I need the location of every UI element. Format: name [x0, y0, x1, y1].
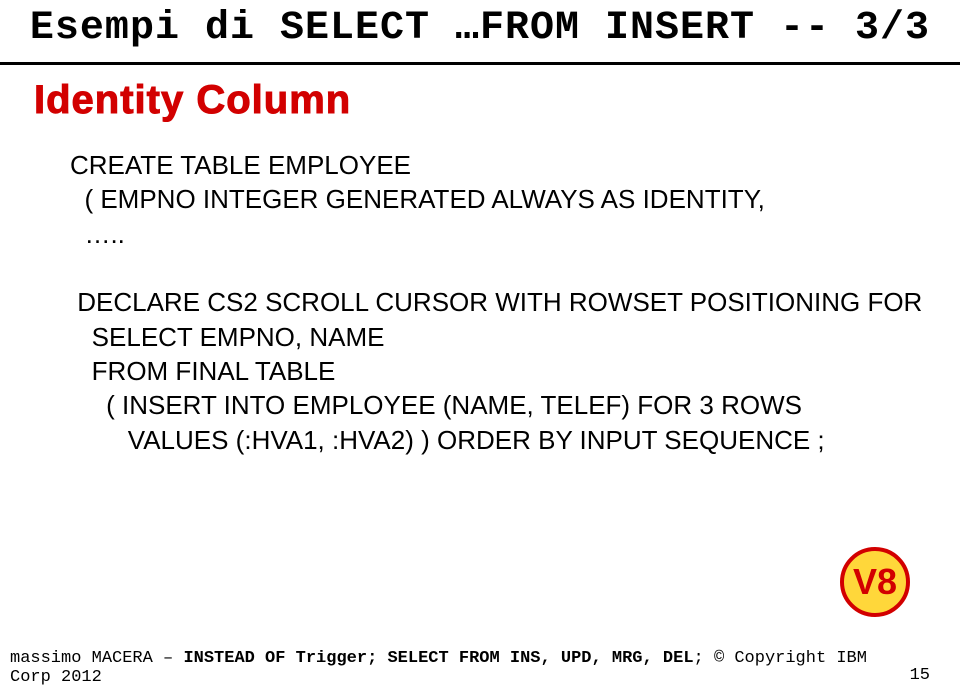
slide: Esempi di SELECT …FROM INSERT -- 3/3 Ide…	[0, 0, 960, 697]
slide-title: Esempi di SELECT …FROM INSERT -- 3/3	[0, 6, 960, 51]
footer-left: massimo MACERA – INSTEAD OF Trigger; SEL…	[10, 649, 910, 687]
version-badge-text: V8	[853, 561, 897, 603]
footer: massimo MACERA – INSTEAD OF Trigger; SEL…	[0, 649, 960, 687]
footer-topic: INSTEAD OF Trigger; SELECT FROM INS, UPD…	[183, 649, 693, 668]
slide-subtitle: Identity Column	[34, 78, 351, 123]
footer-sep: ;	[694, 649, 704, 668]
version-badge: V8	[840, 547, 910, 617]
footer-author: massimo MACERA –	[10, 649, 173, 668]
title-rule	[0, 62, 960, 65]
code-block: CREATE TABLE EMPLOYEE ( EMPNO INTEGER GE…	[70, 148, 890, 457]
page-number: 15	[910, 665, 930, 687]
footer-right: 15	[910, 665, 930, 687]
